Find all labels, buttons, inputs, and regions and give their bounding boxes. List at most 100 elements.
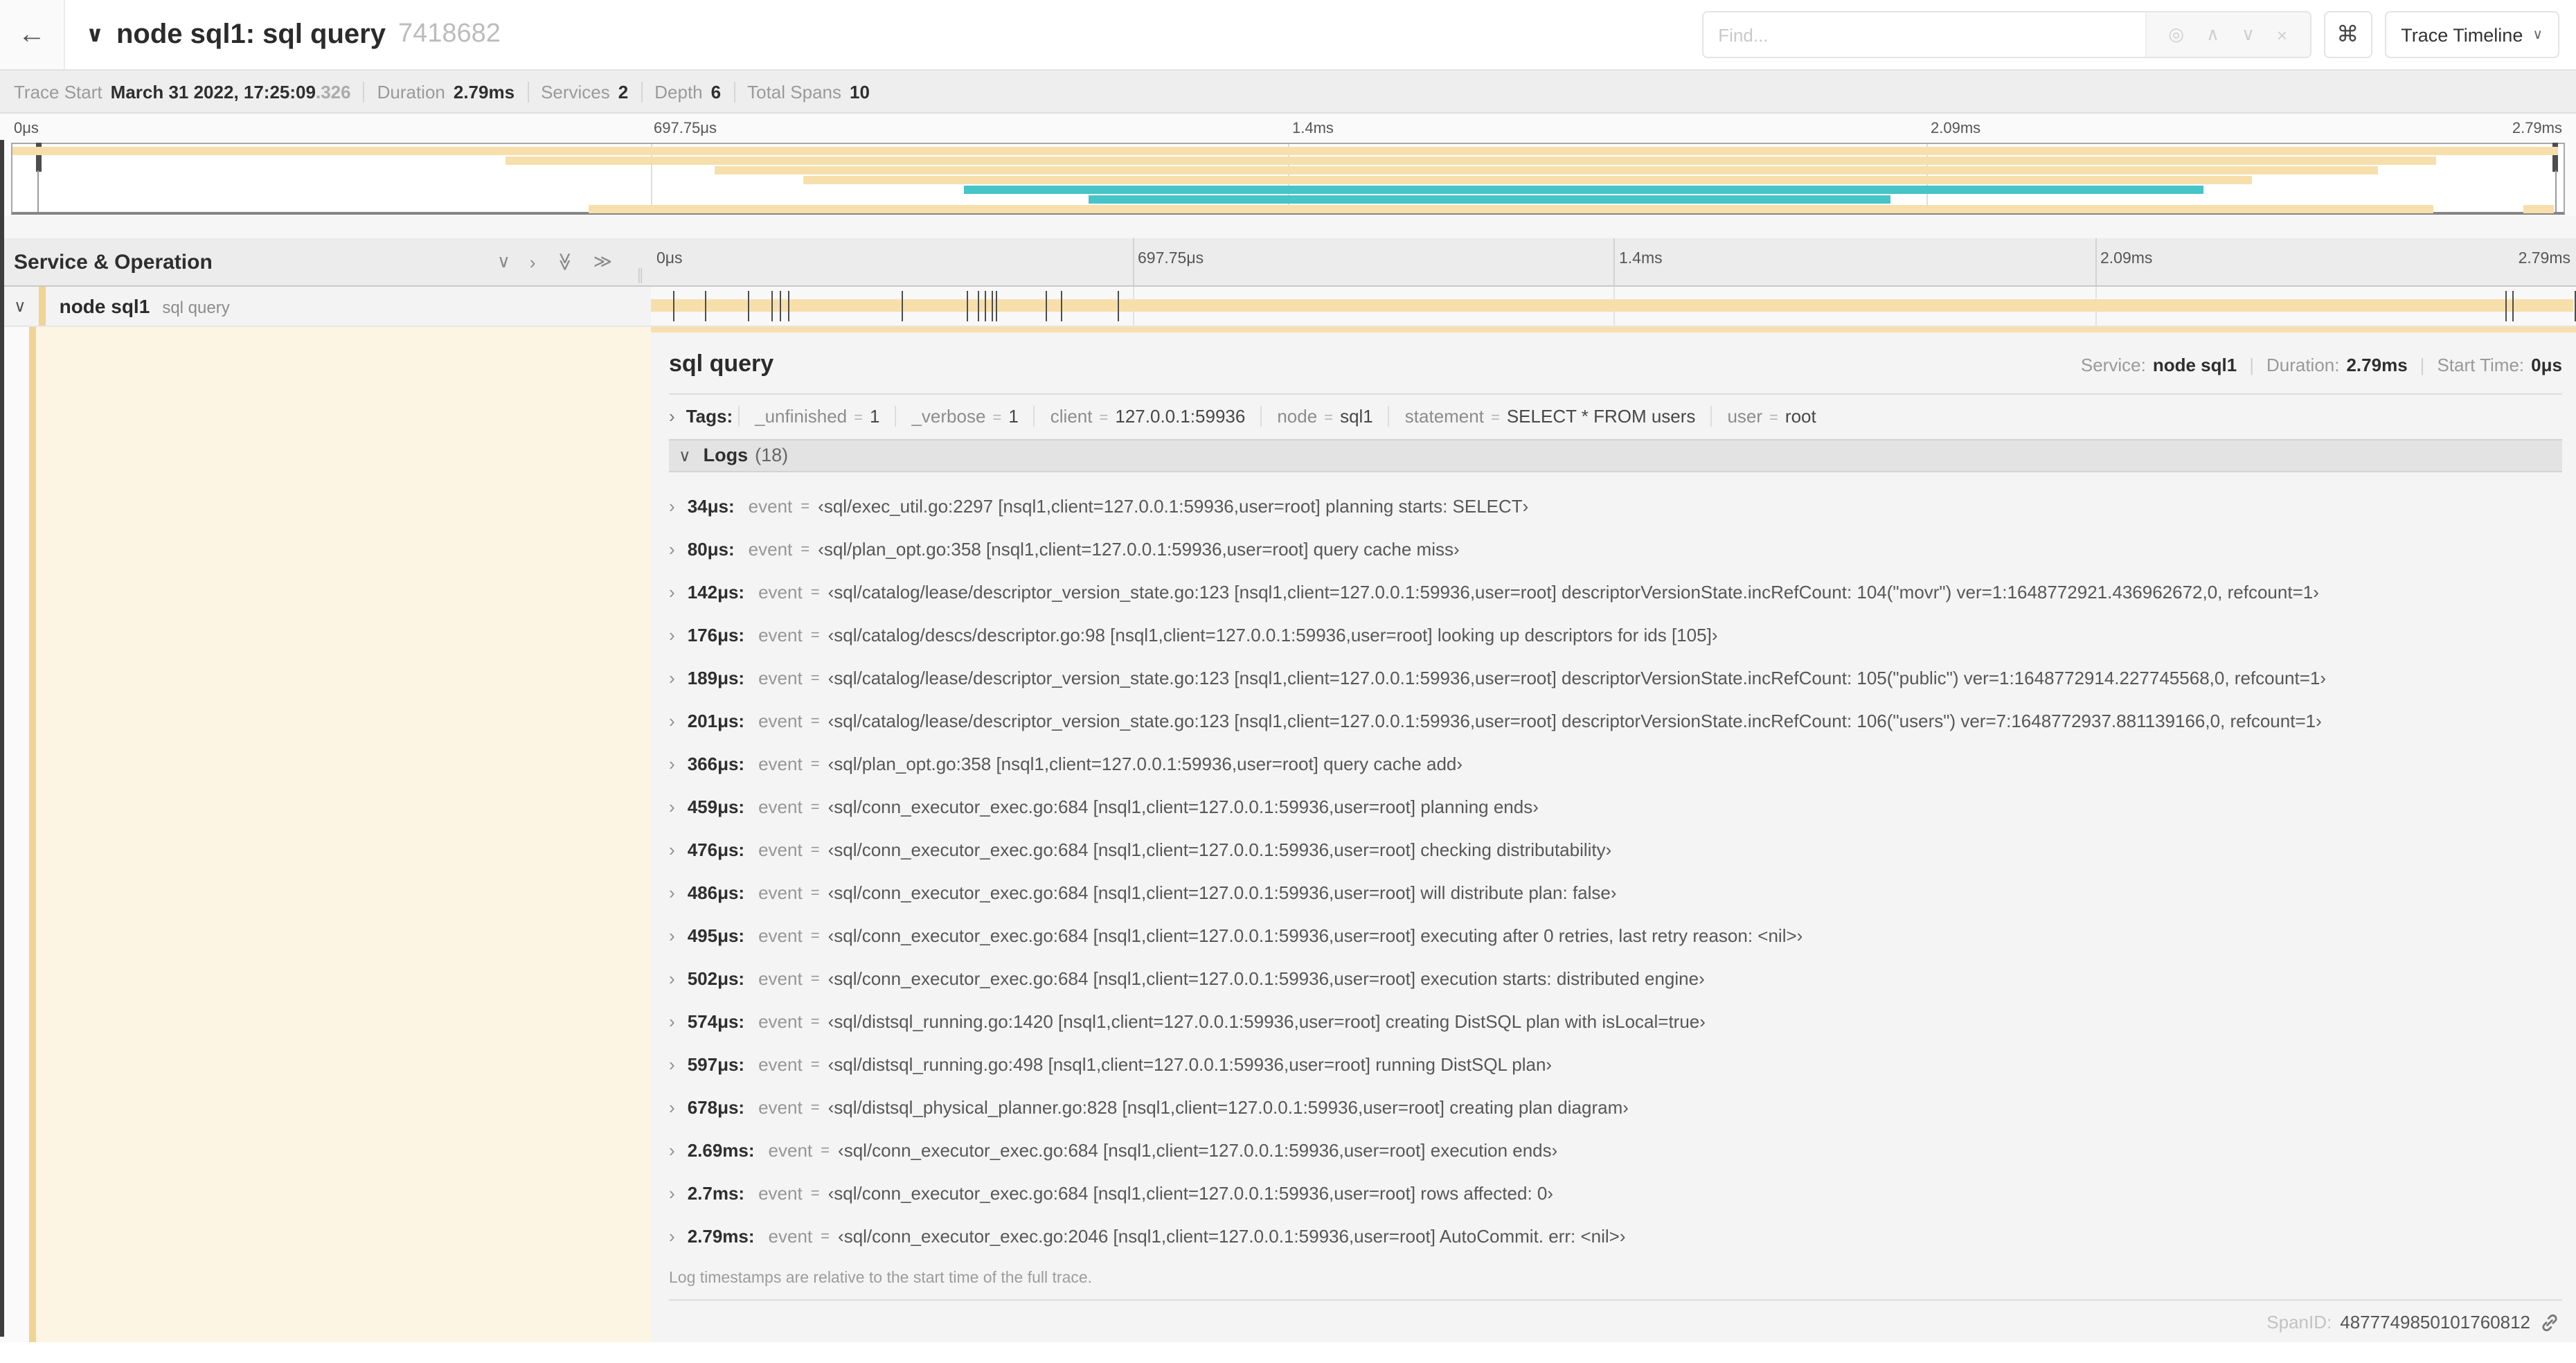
timeline-tick-label: 2.09ms — [2100, 251, 2153, 267]
span-log-marker[interactable] — [672, 291, 674, 321]
tag-key: _verbose — [911, 405, 986, 427]
trace-info-label: Duration — [377, 81, 445, 102]
tag-user[interactable]: user = root — [1710, 405, 1831, 427]
clear-search-icon[interactable]: × — [2277, 24, 2287, 45]
span-log-marker[interactable] — [985, 291, 987, 321]
find-buttons: ◎ ∧ ∨ × — [2145, 12, 2310, 57]
log-entry-8[interactable]: › 476μs: event = ‹sql/conn_executor_exec.go:… — [669, 828, 2576, 871]
span-log-marker[interactable] — [780, 291, 782, 321]
span-log-marker[interactable] — [991, 291, 993, 321]
chevron-right-icon[interactable]: › — [669, 1054, 675, 1075]
log-entry-13[interactable]: › 597μs: event = ‹sql/distsql_running.go:498… — [669, 1043, 2576, 1086]
trace-view-selector[interactable]: Trace Timeline ∨ — [2384, 11, 2559, 58]
tag-client[interactable]: client = 127.0.0.1:59936 — [1033, 405, 1261, 427]
chevron-right-icon[interactable]: › — [669, 1183, 675, 1204]
log-entry-12[interactable]: › 574μs: event = ‹sql/distsql_running.go:142… — [669, 1000, 2576, 1043]
log-value: ‹sql/catalog/lease/descriptor_version_st… — [828, 582, 2319, 603]
tag-_unfinished[interactable]: _unfinished = 1 — [738, 405, 895, 427]
tag-key: statement — [1404, 405, 1484, 427]
log-entry-7[interactable]: › 459μs: event = ‹sql/conn_executor_exec.go:… — [669, 785, 2576, 828]
log-entry-10[interactable]: › 495μs: event = ‹sql/conn_executor_exec.go:… — [669, 914, 2576, 957]
keyboard-shortcuts-button[interactable]: ⌘ — [2323, 11, 2372, 58]
chevron-right-icon[interactable]: › — [669, 406, 675, 427]
deep-link-icon[interactable] — [2540, 1312, 2559, 1332]
span-row[interactable]: ∨ node sql1 sql query — [0, 287, 2576, 327]
chevron-right-icon[interactable]: › — [669, 496, 675, 517]
minimap-canvas[interactable] — [11, 143, 2565, 215]
chevron-right-icon[interactable]: › — [669, 1011, 675, 1032]
log-entry-1[interactable]: › 80μs: event = ‹sql/plan_opt.go:358 [nsql1,… — [669, 528, 2576, 571]
chevron-right-icon[interactable]: › — [669, 925, 675, 946]
back-button[interactable]: ← — [0, 0, 65, 69]
log-field-name: event — [758, 882, 803, 904]
span-row-timeline[interactable] — [651, 287, 2576, 326]
span-log-marker[interactable] — [996, 291, 998, 321]
tags-row[interactable]: › Tags: _unfinished = 1 _verbose = 1 client = 12… — [651, 395, 2576, 434]
chevron-right-icon[interactable]: › — [669, 625, 675, 645]
tag-node[interactable]: node = sql1 — [1260, 405, 1388, 427]
log-entry-0[interactable]: › 34μs: event = ‹sql/exec_util.go:2297 [nsql… — [669, 485, 2576, 528]
span-log-marker[interactable] — [2512, 291, 2514, 321]
log-entry-2[interactable]: › 142μs: event = ‹sql/catalog/lease/descript… — [669, 571, 2576, 614]
span-log-marker[interactable] — [966, 291, 968, 321]
trace-info-item-1: Duration 2.79ms — [363, 81, 527, 102]
find-input[interactable] — [1703, 12, 2145, 57]
duration-value: 2.79ms — [2346, 355, 2408, 376]
log-entry-4[interactable]: › 189μs: event = ‹sql/catalog/lease/descript… — [669, 657, 2576, 700]
log-entry-11[interactable]: › 502μs: event = ‹sql/conn_executor_exec.go:… — [669, 957, 2576, 1000]
chevron-right-icon[interactable]: › — [669, 539, 675, 560]
span-log-marker[interactable] — [1061, 291, 1063, 321]
log-entry-17[interactable]: › 2.79ms: event = ‹sql/conn_executor_exec.go… — [669, 1215, 2576, 1258]
log-entry-5[interactable]: › 201μs: event = ‹sql/catalog/lease/descript… — [669, 700, 2576, 742]
span-log-marker[interactable] — [771, 291, 773, 321]
span-log-marker[interactable] — [978, 291, 980, 321]
span-collapse-icon[interactable]: ∨ — [14, 296, 26, 316]
expand-all-icon[interactable]: ≫ — [593, 251, 612, 273]
column-resizer[interactable]: ∥ — [636, 266, 644, 284]
chevron-right-icon[interactable]: › — [669, 1140, 675, 1161]
trace-info-value: 10 — [850, 81, 870, 102]
chevron-right-icon[interactable]: › — [669, 882, 675, 903]
chevron-right-icon[interactable]: › — [669, 711, 675, 731]
log-field-name: event — [758, 668, 803, 689]
chevron-right-icon[interactable]: › — [669, 1097, 675, 1118]
log-entry-3[interactable]: › 176μs: event = ‹sql/catalog/descs/descript… — [669, 614, 2576, 657]
span-log-marker[interactable] — [747, 291, 749, 321]
span-log-marker[interactable] — [902, 291, 904, 321]
span-log-marker[interactable] — [704, 291, 706, 321]
log-entry-6[interactable]: › 366μs: event = ‹sql/plan_opt.go:358 [nsql1… — [669, 742, 2576, 785]
chevron-right-icon[interactable]: › — [669, 839, 675, 860]
chevron-right-icon[interactable]: › — [669, 668, 675, 688]
minimap-tick-label: 2.09ms — [1931, 121, 1981, 137]
log-field-name: event — [758, 582, 803, 603]
span-duration-bar[interactable] — [651, 299, 2573, 312]
log-value: ‹sql/conn_executor_exec.go:684 [nsql1,cl… — [838, 1140, 1558, 1161]
locate-icon[interactable]: ◎ — [2168, 24, 2184, 46]
chevron-right-icon[interactable]: › — [669, 968, 675, 989]
collapse-all-icon[interactable]: ≫ — [553, 252, 575, 271]
tag-statement[interactable]: statement = SELECT * FROM users — [1388, 405, 1711, 427]
expand-one-icon[interactable]: › — [530, 251, 536, 272]
tag-_verbose[interactable]: _verbose = 1 — [895, 405, 1033, 427]
chevron-right-icon[interactable]: › — [669, 754, 675, 774]
timeline-tick-label: 1.4ms — [1619, 251, 1663, 267]
span-log-marker[interactable] — [2505, 291, 2507, 321]
prev-result-icon[interactable]: ∧ — [2206, 24, 2219, 46]
span-log-marker[interactable] — [788, 291, 790, 321]
next-result-icon[interactable]: ∨ — [2242, 24, 2255, 46]
span-log-marker[interactable] — [1117, 291, 1119, 321]
log-entry-15[interactable]: › 2.69ms: event = ‹sql/conn_executor_exec.go… — [669, 1129, 2576, 1172]
log-entry-14[interactable]: › 678μs: event = ‹sql/distsql_physical_plann… — [669, 1086, 2576, 1129]
minimap-tick-label: 2.79ms — [2512, 121, 2562, 137]
span-row-name-column[interactable]: ∨ node sql1 sql query — [0, 287, 651, 326]
chevron-right-icon[interactable]: › — [669, 1226, 675, 1247]
chevron-right-icon[interactable]: › — [669, 796, 675, 817]
trace-title-collapse-icon[interactable]: ∨ — [86, 21, 104, 48]
chevron-right-icon[interactable]: › — [669, 582, 675, 603]
log-entry-16[interactable]: › 2.7ms: event = ‹sql/conn_executor_exec.go:… — [669, 1172, 2576, 1215]
log-entry-9[interactable]: › 486μs: event = ‹sql/conn_executor_exec.go:… — [669, 871, 2576, 914]
span-log-marker[interactable] — [1045, 291, 1047, 321]
collapse-one-icon[interactable]: ∨ — [497, 251, 510, 273]
tags-label: Tags: — [686, 405, 733, 427]
logs-header[interactable]: ∨ Logs (18) — [669, 438, 2562, 473]
